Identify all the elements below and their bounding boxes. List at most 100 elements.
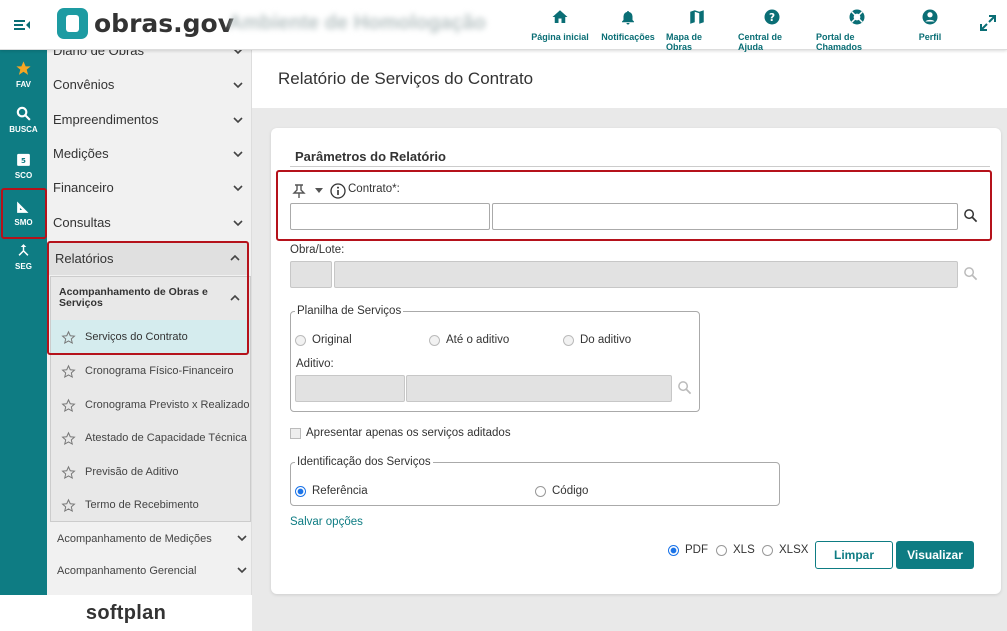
sub-item-atestado[interactable]: Atestado de Capacidade Técnica (51, 421, 250, 455)
rail-label: FAV (16, 80, 31, 89)
softplan-logo: softplan (0, 595, 252, 631)
obra-search-icon (964, 267, 978, 281)
submenu-title[interactable]: Acompanhamento de Obras e Serviços (59, 287, 219, 309)
menu-acompanhamento-medicoes[interactable]: Acompanhamento de Medições (57, 533, 247, 545)
menu-label: Financeiro (53, 180, 114, 195)
star-outline-icon[interactable] (61, 364, 76, 379)
nav-label: Portal de Chamados (816, 32, 863, 52)
nav-portal-de-chamados[interactable]: Portal de Chamados (816, 8, 898, 52)
radio-circle (762, 544, 773, 556)
top-nav: Página inicial Notificações Mapa de Obra… (525, 8, 957, 52)
lifebuoy-icon (849, 9, 865, 25)
menu-collapse-icon[interactable] (12, 15, 32, 35)
calendar-icon: 5 (17, 153, 30, 166)
sub-item-label: Atestado de Capacidade Técnica (85, 432, 247, 444)
module-rail: FAV BUSCA 5 SCO SMO SEG (0, 50, 47, 595)
menu-label: Consultas (53, 215, 111, 230)
radio-original[interactable]: Original (295, 334, 352, 346)
radio-label: Do aditivo (580, 334, 632, 346)
radio-xls[interactable]: XLS (716, 544, 755, 556)
star-outline-icon[interactable] (61, 465, 76, 480)
radio-label: Até o aditivo (446, 334, 510, 346)
salvar-opcoes-link[interactable]: Salvar opções (290, 516, 363, 528)
aditivo-desc-input (406, 375, 672, 402)
logo[interactable]: obras.gov (57, 8, 234, 39)
menu-consultas[interactable]: Consultas (53, 215, 243, 230)
radio-label: XLS (733, 544, 755, 556)
sub-item-cronograma-fisico[interactable]: Cronograma Físico-Financeiro (51, 354, 250, 388)
rail-busca[interactable]: BUSCA (0, 105, 47, 134)
sub-item-cronograma-previsto[interactable]: Cronograma Previsto x Realizado (51, 388, 250, 422)
visualizar-button[interactable]: Visualizar (896, 541, 974, 569)
rail-sco[interactable]: 5 SCO (0, 151, 47, 180)
rail-label: SCO (14, 171, 33, 180)
sub-item-termo-recebimento[interactable]: Termo de Recebimento (51, 488, 250, 522)
menu-label: Relatórios (55, 251, 114, 266)
chevron-down-icon (233, 150, 243, 157)
sub-item-label: Serviços do Contrato (85, 331, 188, 343)
sub-item-previsao-aditivo[interactable]: Previsão de Aditivo (51, 455, 250, 489)
rail-label: SEG (15, 262, 32, 271)
menu-label: Empreendimentos (53, 112, 159, 127)
sub-item-label: Previsão de Aditivo (85, 466, 179, 478)
menu-medicoes[interactable]: Medições (53, 146, 243, 161)
star-outline-icon[interactable] (61, 398, 76, 413)
nav-label: Perfil (918, 32, 942, 42)
rail-fav[interactable]: FAV (0, 60, 47, 89)
section-divider (290, 166, 990, 167)
contrato-highlight (276, 170, 992, 241)
checkbox-box (290, 427, 301, 439)
star-outline-icon[interactable] (61, 498, 76, 513)
radio-circle (563, 334, 574, 346)
menu-financeiro[interactable]: Financeiro (53, 180, 243, 195)
radio-circle (295, 334, 306, 346)
logo-text: obras.gov (94, 9, 235, 38)
nav-perfil[interactable]: Perfil (908, 8, 952, 52)
radio-circle (535, 485, 546, 497)
sub-item-label: Cronograma Previsto x Realizado (85, 399, 250, 411)
logo-icon (57, 8, 88, 39)
sub-item-label: Termo de Recebimento (85, 499, 199, 511)
radio-label: Referência (312, 485, 368, 497)
radio-label: PDF (685, 544, 708, 556)
aditivo-code-input (295, 375, 405, 402)
nav-notificacoes[interactable]: Notificações (600, 8, 656, 52)
chevron-down-icon (234, 50, 242, 54)
nav-central-de-ajuda[interactable]: ? Central de Ajuda (738, 8, 806, 52)
radio-pdf[interactable]: PDF (668, 544, 708, 556)
radio-codigo[interactable]: Código (535, 485, 588, 497)
star-outline-icon[interactable] (61, 330, 76, 345)
chevron-down-icon (233, 116, 243, 123)
radio-do-aditivo[interactable]: Do aditivo (563, 334, 631, 346)
help-icon: ? (764, 9, 780, 25)
rail-seg[interactable]: SEG (0, 242, 47, 271)
menu-acompanhamento-gerencial[interactable]: Acompanhamento Gerencial (57, 565, 247, 577)
checkbox-label: Apresentar apenas os serviços aditados (306, 427, 511, 439)
menu-convenios[interactable]: Convênios (53, 77, 243, 92)
menu-empreendimentos[interactable]: Empreendimentos (53, 112, 243, 127)
radio-xlsx[interactable]: XLSX (762, 544, 808, 556)
radio-ate-aditivo[interactable]: Até o aditivo (429, 334, 509, 346)
obra-code-input (290, 261, 332, 288)
menu-label: Acompanhamento de Medições (57, 533, 212, 545)
identificacao-fieldset: Identificação dos Serviços (290, 456, 780, 506)
obra-label: Obra/Lote: (290, 244, 345, 256)
chevron-down-icon (233, 184, 243, 191)
nav-mapa-de-obras[interactable]: Mapa de Obras (666, 8, 728, 52)
map-icon (690, 10, 704, 24)
nav-pagina-inicial[interactable]: Página inicial (530, 8, 590, 52)
menu-relatorios[interactable]: Relatórios (49, 242, 248, 275)
nav-label: Central de Ajuda (738, 32, 783, 52)
apresentar-checkbox[interactable]: Apresentar apenas os serviços aditados (290, 427, 511, 439)
chevron-up-icon[interactable] (230, 293, 240, 303)
limpar-button[interactable]: Limpar (815, 541, 893, 569)
menu-diario-de-obras[interactable]: Diário de Obras (53, 50, 243, 58)
radio-circle (295, 485, 306, 497)
aditivo-search-icon (678, 381, 692, 395)
sub-item-servicos-do-contrato[interactable]: Serviços do Contrato (51, 320, 250, 354)
expand-icon[interactable] (979, 14, 997, 32)
radio-label: Original (312, 334, 352, 346)
star-outline-icon[interactable] (61, 431, 76, 446)
chevron-down-icon (233, 219, 243, 226)
radio-referencia[interactable]: Referência (295, 485, 368, 497)
